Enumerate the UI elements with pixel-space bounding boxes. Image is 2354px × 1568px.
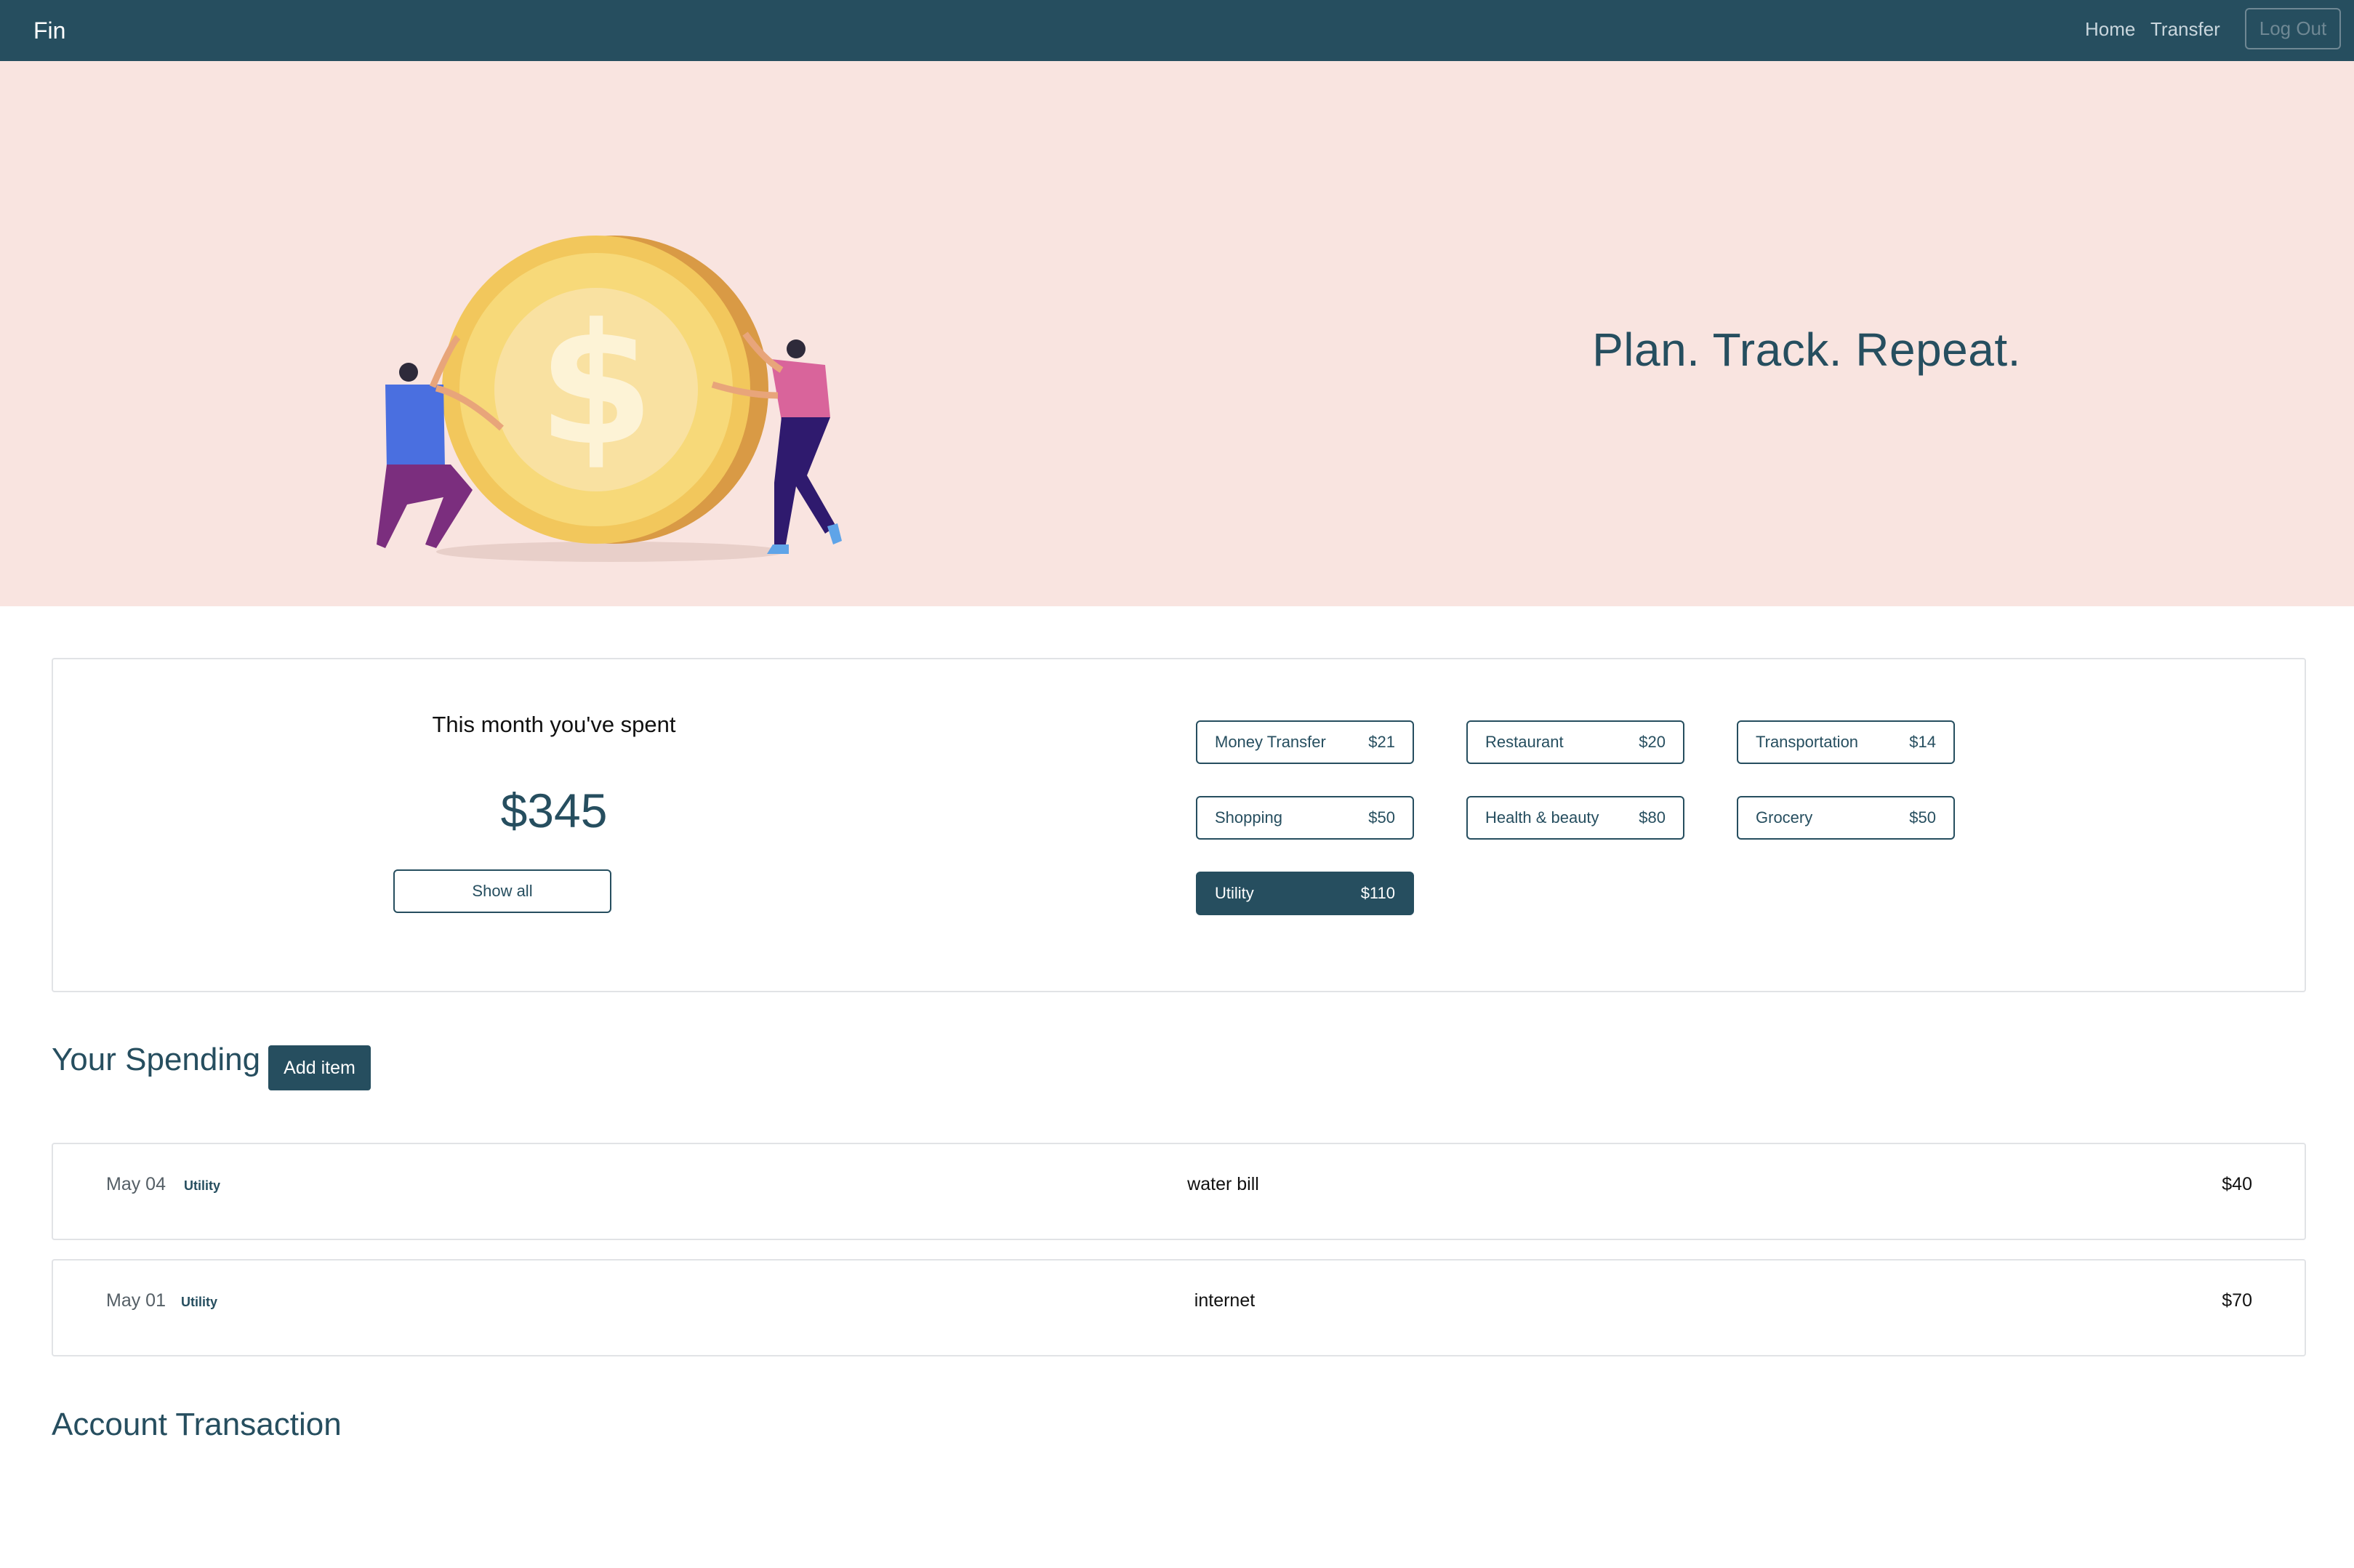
- category-transportation-button[interactable]: Transportation $14: [1737, 720, 1955, 764]
- category-amount: $110: [1360, 884, 1395, 902]
- spending-amount: $40: [2222, 1174, 2252, 1194]
- hero-tagline: Plan. Track. Repeat.: [1592, 323, 2021, 376]
- category-name: Money Transfer: [1215, 733, 1326, 751]
- add-item-button[interactable]: Add item: [268, 1045, 371, 1090]
- page: Fin Home Transfer Log Out $ Plan. Track.…: [0, 0, 2354, 1568]
- spending-list-item[interactable]: May 04 Utility water bill $40: [52, 1143, 2306, 1240]
- category-utility-button[interactable]: Utility $110: [1196, 872, 1414, 915]
- category-amount: $14: [1909, 733, 1936, 751]
- category-amount: $50: [1368, 808, 1395, 827]
- spending-amount: $70: [2222, 1290, 2252, 1311]
- account-transaction-title: Account Transaction: [52, 1407, 342, 1442]
- category-name: Health & beauty: [1485, 808, 1599, 827]
- category-name: Restaurant: [1485, 733, 1564, 751]
- hero-banner: $ Plan. Track. Repeat.: [0, 61, 2354, 606]
- spending-section-title: Your Spending: [52, 1042, 261, 1077]
- monthly-summary-card: This month you've spent $345 Show all Mo…: [52, 658, 2306, 992]
- nav-transfer-link[interactable]: Transfer: [2150, 0, 2220, 58]
- nav-home-link[interactable]: Home: [2085, 0, 2135, 58]
- brand-logo[interactable]: Fin: [33, 0, 65, 61]
- summary-heading: This month you've spent: [432, 712, 676, 737]
- spending-description: internet: [1194, 1290, 1256, 1311]
- category-restaurant-button[interactable]: Restaurant $20: [1466, 720, 1684, 764]
- spending-list-item[interactable]: May 01 Utility internet $70: [52, 1259, 2306, 1356]
- category-health-beauty-button[interactable]: Health & beauty $80: [1466, 796, 1684, 840]
- category-amount: $50: [1909, 808, 1936, 827]
- category-name: Utility: [1215, 884, 1254, 902]
- svg-text:$: $: [538, 289, 654, 483]
- summary-total-amount: $345: [500, 784, 608, 837]
- category-amount: $21: [1368, 733, 1395, 751]
- category-shopping-button[interactable]: Shopping $50: [1196, 796, 1414, 840]
- category-money-transfer-button[interactable]: Money Transfer $21: [1196, 720, 1414, 764]
- category-name: Shopping: [1215, 808, 1282, 827]
- category-amount: $80: [1639, 808, 1666, 827]
- category-grocery-button[interactable]: Grocery $50: [1737, 796, 1955, 840]
- navbar: Fin Home Transfer Log Out: [0, 0, 2354, 61]
- show-all-button[interactable]: Show all: [393, 869, 611, 913]
- category-amount: $20: [1639, 733, 1666, 751]
- coin-pushing-illustration: $: [377, 236, 842, 562]
- spending-description: water bill: [1187, 1174, 1259, 1194]
- category-name: Transportation: [1756, 733, 1859, 751]
- category-name: Grocery: [1756, 808, 1813, 827]
- logout-button[interactable]: Log Out: [2245, 8, 2341, 49]
